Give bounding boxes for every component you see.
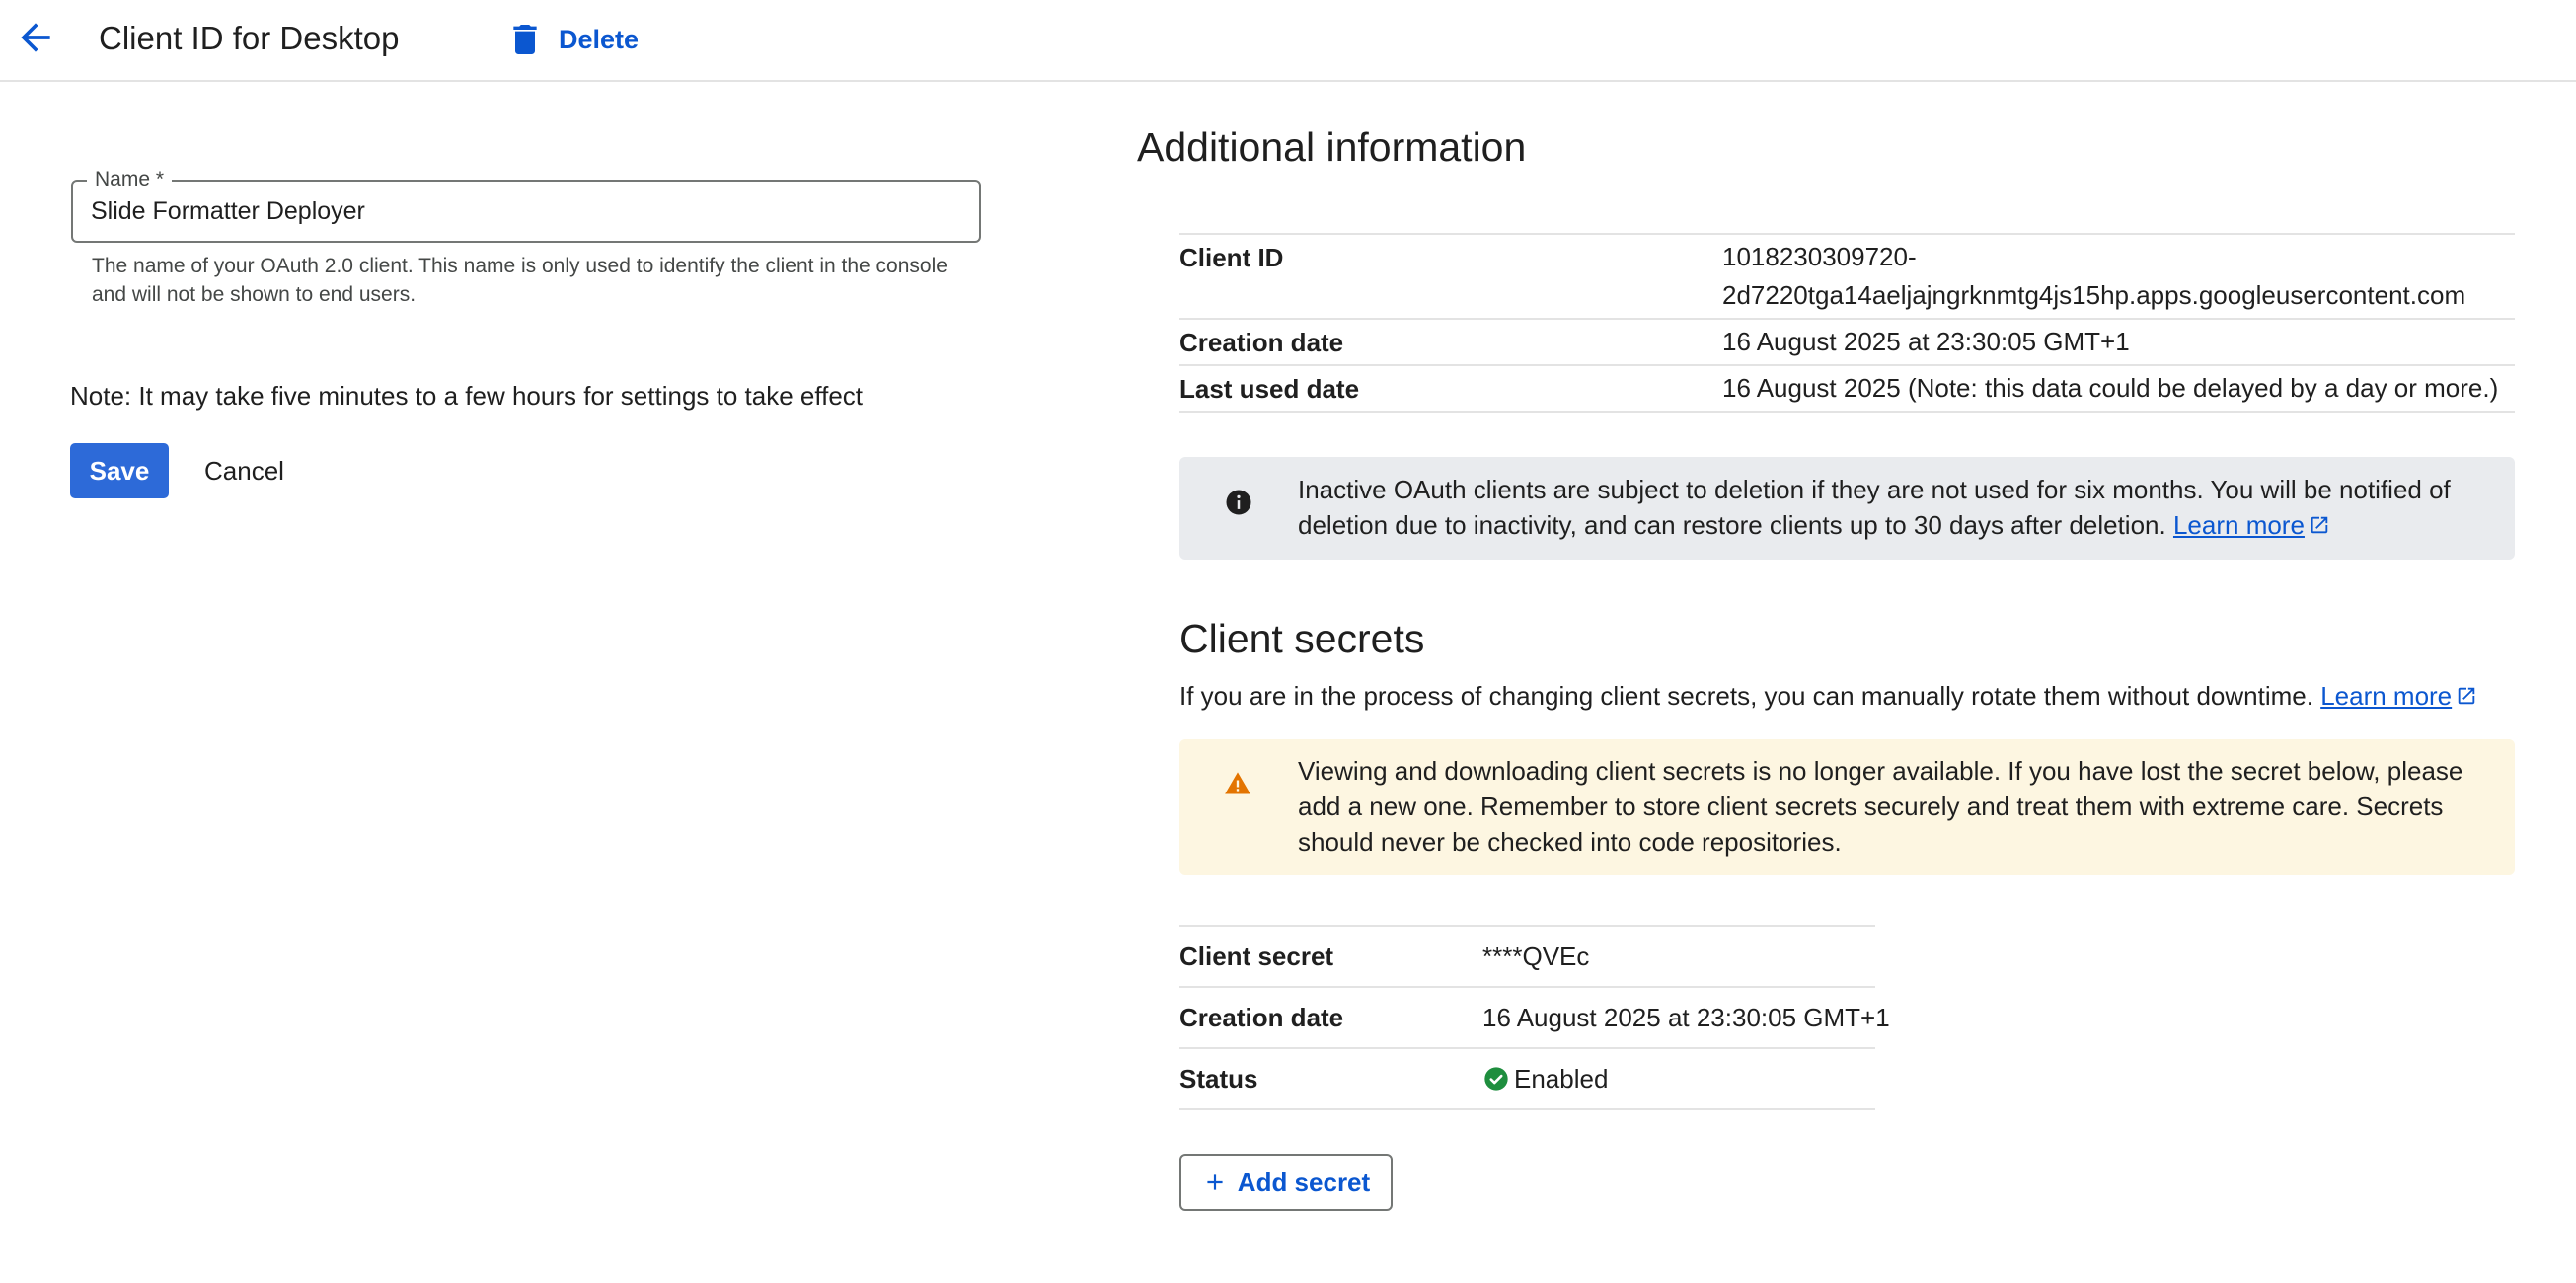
trash-icon — [513, 25, 537, 54]
name-input[interactable] — [91, 191, 959, 231]
plus-icon — [1207, 1174, 1223, 1190]
check-circle-icon — [1484, 1067, 1508, 1091]
name-help-text: The name of your OAuth 2.0 client. This … — [92, 255, 947, 306]
info-row-client-id: Client ID 1018230309720- 2d7220tga14aelj… — [1179, 233, 2515, 318]
secret-label: Status — [1179, 1063, 1258, 1094]
cancel-button[interactable]: Cancel — [189, 443, 299, 498]
info-row-creation-date: Creation date 16 August 2025 at 23:30:05… — [1179, 318, 2515, 364]
save-button[interactable]: Save — [70, 443, 169, 498]
info-label: Last used date — [1179, 374, 1360, 404]
info-label: Creation date — [1179, 328, 1344, 357]
warning-icon — [1224, 770, 1251, 806]
page-title: Client ID for Desktop — [99, 20, 400, 56]
inactive-client-info-banner: Inactive OAuth clients are subject to de… — [1179, 457, 2515, 560]
external-link-icon — [2311, 516, 2328, 534]
status-value: Enabled — [1482, 1064, 1608, 1094]
secret-label: Client secret — [1179, 941, 1334, 971]
info-banner-text: Inactive OAuth clients are subject to de… — [1298, 472, 2485, 543]
client-secrets-description: If you are in the process of changing cl… — [1179, 681, 2477, 712]
settings-note: Note: It may take five minutes to a few … — [70, 381, 864, 411]
client-secrets-title: Client secrets — [1179, 616, 1425, 661]
arrow-back-icon — [21, 23, 50, 52]
client-secret-value: ****QVEc — [1482, 941, 1590, 971]
add-secret-button[interactable]: Add secret — [1179, 1154, 1393, 1211]
info-icon — [1224, 488, 1253, 526]
delete-button[interactable]: Delete — [505, 18, 639, 61]
info-label: Client ID — [1179, 243, 1284, 272]
delete-label: Delete — [559, 24, 640, 54]
secret-label: Creation date — [1179, 1002, 1344, 1032]
name-field[interactable]: Name * — [71, 169, 981, 243]
learn-more-link[interactable]: Learn more — [2320, 681, 2452, 711]
external-link-icon — [2458, 687, 2475, 705]
secret-row-status: Status Enabled — [1179, 1047, 1875, 1110]
learn-more-link[interactable]: Learn more — [2173, 510, 2305, 540]
back-button[interactable] — [14, 16, 57, 59]
name-field-label: Name * — [87, 169, 173, 190]
last-used-date-value: 16 August 2025 (Note: this data could be… — [1722, 373, 2499, 403]
additional-info-table: Client ID 1018230309720- 2d7220tga14aelj… — [1179, 233, 2515, 413]
add-secret-label: Add secret — [1237, 1167, 1371, 1197]
client-secret-table: Client secret ****QVEc Creation date 16 … — [1179, 925, 1890, 1110]
additional-info-title: Additional information — [1137, 124, 1527, 170]
secret-row-creation-date: Creation date 16 August 2025 at 23:30:05… — [1179, 986, 1890, 1047]
status-label: Enabled — [1514, 1063, 1609, 1094]
info-row-last-used-date: Last used date 16 August 2025 (Note: thi… — [1179, 364, 2515, 413]
top-bar: Client ID for Desktop Delete — [0, 0, 2576, 82]
secrets-warning-banner: Viewing and downloading client secrets i… — [1179, 739, 2515, 875]
creation-date-value: 16 August 2025 at 23:30:05 GMT+1 — [1722, 327, 2130, 356]
secret-row-client-secret: Client secret ****QVEc — [1179, 925, 1875, 986]
warning-banner-text: Viewing and downloading client secrets i… — [1298, 756, 2463, 857]
client-secrets-description-text: If you are in the process of changing cl… — [1179, 681, 2313, 711]
secret-creation-date-value: 16 August 2025 at 23:30:05 GMT+1 — [1482, 1002, 1890, 1032]
client-id-value: 1018230309720- 2d7220tga14aeljajngrknmtg… — [1722, 242, 2466, 310]
